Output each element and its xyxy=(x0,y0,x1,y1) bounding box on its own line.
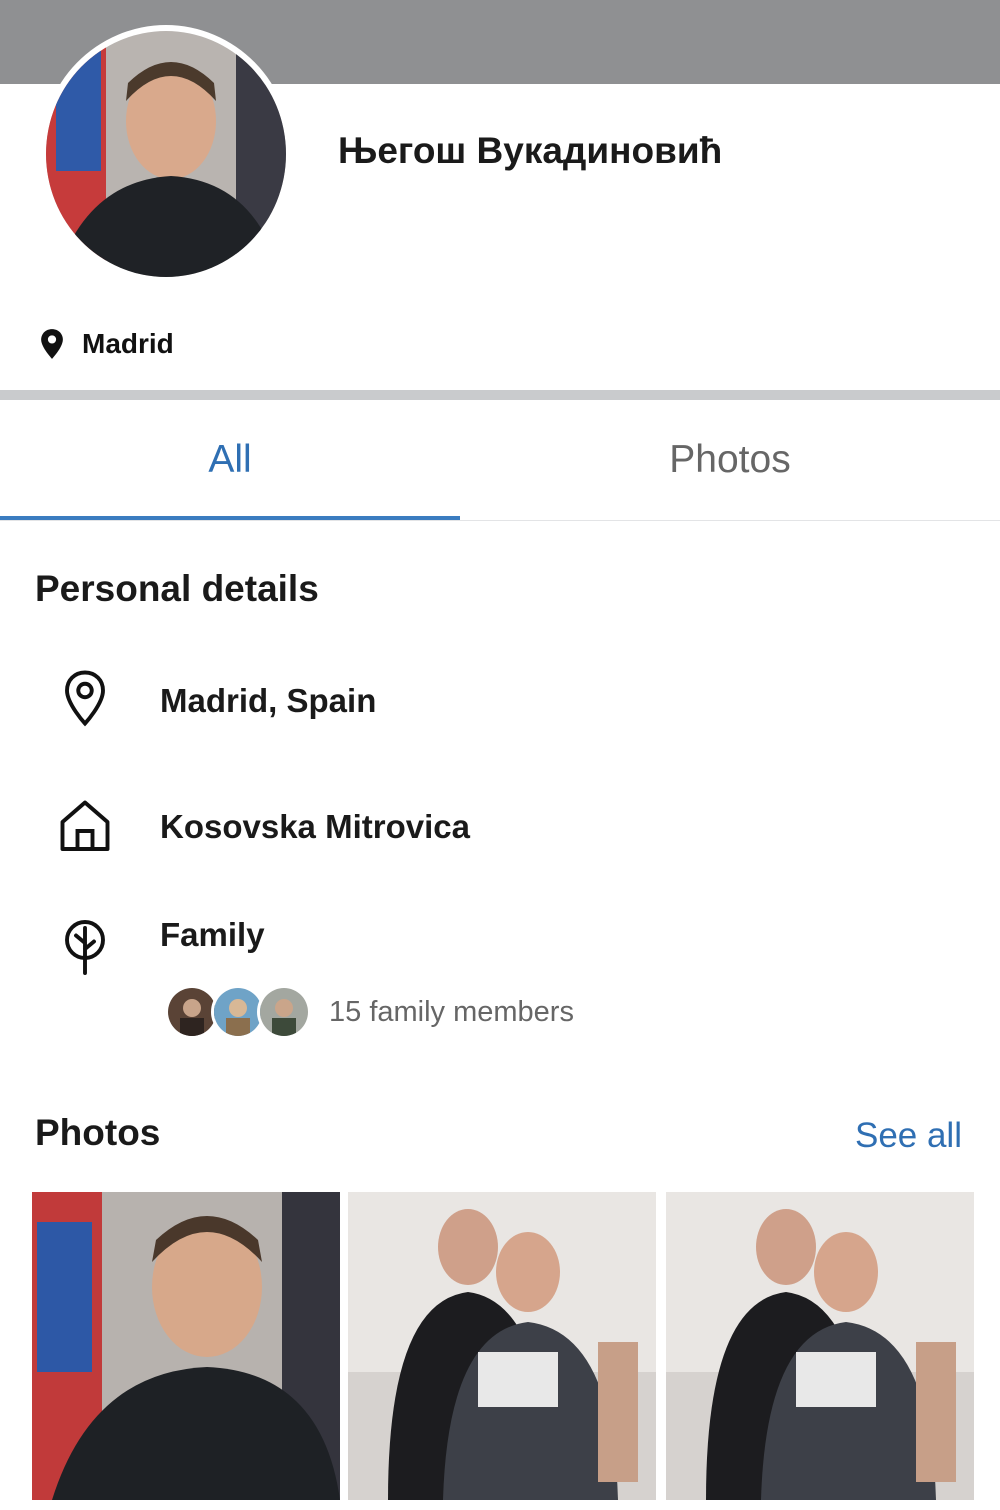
profile-tabs: All Photos xyxy=(0,400,1000,521)
photo-thumbnail[interactable] xyxy=(666,1192,974,1500)
profile-avatar[interactable] xyxy=(40,25,292,283)
home-icon xyxy=(60,800,110,851)
photo-thumbnail[interactable] xyxy=(32,1192,340,1500)
tab-all[interactable]: All xyxy=(0,400,460,520)
hometown[interactable]: Kosovska Mitrovica xyxy=(160,808,470,846)
section-divider xyxy=(0,390,1000,400)
location-pin-icon xyxy=(65,670,105,727)
family-label: Family xyxy=(160,916,265,953)
tab-photos[interactable]: Photos xyxy=(500,400,960,520)
see-all-photos-link[interactable]: See all xyxy=(855,1116,962,1156)
family-members[interactable]: 15 family members xyxy=(165,985,574,1039)
photo-thumbnail[interactable] xyxy=(348,1192,656,1500)
active-tab-indicator xyxy=(0,516,460,520)
current-city[interactable]: Madrid, Spain xyxy=(160,682,376,720)
photos-title: Photos xyxy=(35,1112,161,1153)
location-summary: Madrid xyxy=(38,328,174,360)
profile-name: Његош Вукадиновић xyxy=(338,130,723,171)
family-tree-icon xyxy=(65,920,105,975)
personal-details-title: Personal details xyxy=(35,568,319,609)
family-members-count: 15 family members xyxy=(329,995,574,1028)
map-pin-icon xyxy=(41,329,63,359)
location-summary-text: Madrid xyxy=(82,328,174,359)
family-member-avatar xyxy=(257,985,311,1039)
